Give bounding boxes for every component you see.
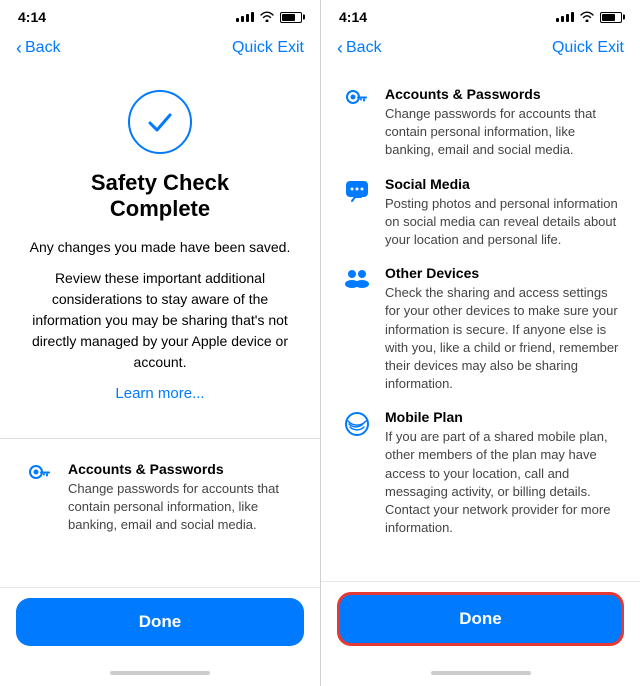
back-chevron-left: ‹ bbox=[16, 39, 22, 57]
learn-more-link[interactable]: Learn more... bbox=[24, 385, 296, 402]
list-item-mobile: Mobile Plan If you are part of a shared … bbox=[321, 401, 640, 545]
back-chevron-right: ‹ bbox=[337, 39, 343, 57]
main-title-left: Safety CheckComplete bbox=[24, 170, 296, 223]
quick-exit-left[interactable]: Quick Exit bbox=[232, 39, 304, 57]
accounts-title-left: Accounts & Passwords bbox=[68, 461, 296, 477]
left-panel: 4:14 ‹ Back Quic bbox=[0, 0, 320, 686]
check-circle-icon bbox=[128, 90, 192, 154]
list-text-accounts-right: Accounts & Passwords Change passwords fo… bbox=[385, 86, 620, 160]
right-list: Accounts & Passwords Change passwords fo… bbox=[321, 70, 640, 553]
left-main-content: Safety CheckComplete Any changes you mad… bbox=[0, 70, 320, 438]
social-title: Social Media bbox=[385, 176, 620, 192]
list-item-accounts-left: Accounts & Passwords Change passwords fo… bbox=[0, 451, 320, 545]
key-icon-right bbox=[341, 86, 373, 116]
main-desc-2: Review these important additional consid… bbox=[24, 268, 296, 373]
list-text-accounts-left: Accounts & Passwords Change passwords fo… bbox=[68, 461, 296, 535]
right-content-area: Accounts & Passwords Change passwords fo… bbox=[321, 70, 640, 581]
list-item-social: Social Media Posting photos and personal… bbox=[321, 168, 640, 258]
devices-title: Other Devices bbox=[385, 265, 620, 281]
done-button-right[interactable]: Done bbox=[337, 592, 624, 646]
home-bar-left bbox=[110, 671, 210, 675]
time-right: 4:14 bbox=[339, 9, 367, 25]
list-text-devices: Other Devices Check the sharing and acce… bbox=[385, 265, 620, 393]
done-button-left[interactable]: Done bbox=[16, 598, 304, 646]
chat-icon bbox=[341, 176, 373, 204]
bottom-area-right: Done bbox=[321, 581, 640, 666]
back-label-left: Back bbox=[25, 39, 61, 57]
status-icons-right bbox=[556, 10, 622, 25]
right-panel: 4:14 ‹ Back Quic bbox=[320, 0, 640, 686]
status-bar-right: 4:14 bbox=[321, 0, 640, 30]
mobile-desc: If you are part of a shared mobile plan,… bbox=[385, 428, 620, 537]
accounts-desc-left: Change passwords for accounts that conta… bbox=[68, 480, 296, 535]
main-desc-1: Any changes you made have been saved. bbox=[24, 237, 296, 258]
left-content-area: Safety CheckComplete Any changes you mad… bbox=[0, 70, 320, 587]
nav-bar-right: ‹ Back Quick Exit bbox=[321, 30, 640, 70]
list-item-devices: Other Devices Check the sharing and acce… bbox=[321, 257, 640, 401]
bottom-area-left: Done bbox=[0, 587, 320, 666]
nav-bar-left: ‹ Back Quick Exit bbox=[0, 30, 320, 70]
home-indicator-left bbox=[0, 666, 320, 686]
back-button-right[interactable]: ‹ Back bbox=[337, 39, 382, 57]
devices-desc: Check the sharing and access settings fo… bbox=[385, 284, 620, 393]
wifi-icon bbox=[259, 10, 275, 25]
social-desc: Posting photos and personal information … bbox=[385, 195, 620, 250]
key-icon-left bbox=[24, 461, 56, 491]
battery-icon bbox=[280, 12, 302, 23]
list-item-accounts-right: Accounts & Passwords Change passwords fo… bbox=[321, 78, 640, 168]
back-button-left[interactable]: ‹ Back bbox=[16, 39, 61, 57]
list-text-social: Social Media Posting photos and personal… bbox=[385, 176, 620, 250]
people-icon bbox=[341, 265, 373, 289]
home-bar-right bbox=[431, 671, 531, 675]
wifi-icon-right bbox=[579, 10, 595, 25]
battery-icon-right bbox=[600, 12, 622, 23]
back-label-right: Back bbox=[346, 39, 382, 57]
mobile-title: Mobile Plan bbox=[385, 409, 620, 425]
divider-left bbox=[0, 438, 320, 439]
signal-plan-icon bbox=[341, 409, 373, 437]
list-text-mobile: Mobile Plan If you are part of a shared … bbox=[385, 409, 620, 537]
quick-exit-right[interactable]: Quick Exit bbox=[552, 39, 624, 57]
accounts-title-right: Accounts & Passwords bbox=[385, 86, 620, 102]
signal-icon bbox=[236, 12, 254, 22]
time-left: 4:14 bbox=[18, 9, 46, 25]
home-indicator-right bbox=[321, 666, 640, 686]
signal-dots-right bbox=[556, 12, 574, 22]
status-bar-left: 4:14 bbox=[0, 0, 320, 30]
accounts-desc-right: Change passwords for accounts that conta… bbox=[385, 105, 620, 160]
status-icons-left bbox=[236, 10, 302, 25]
